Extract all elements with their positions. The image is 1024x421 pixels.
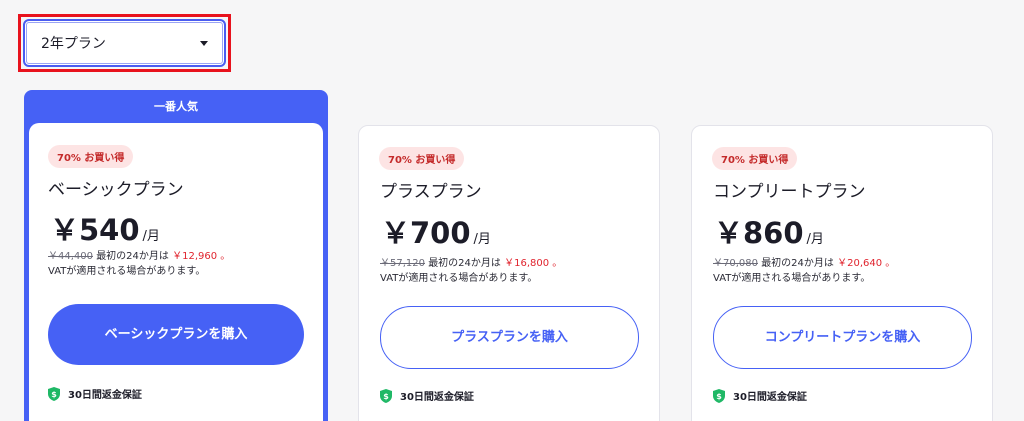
original-price: ￥44,400 — [48, 251, 93, 262]
price: ￥540 /月 — [50, 207, 160, 249]
svg-text:$: $ — [383, 392, 389, 401]
price-note: ￥70,080 最初の24か月は ￥20,640 。 VATが適用される場合があ… — [713, 256, 895, 286]
sale-price: ￥20,640 。 — [837, 258, 896, 269]
first-term-text: 最初の24か月は — [428, 258, 501, 269]
original-price: ￥70,080 — [713, 258, 758, 269]
price: ￥860 /月 — [714, 210, 824, 252]
plan-card-complete: 70% お買い得 コンプリートプラン ￥860 /月 ￥70,080 最初の24… — [691, 125, 993, 421]
buy-basic-button[interactable]: ベーシックプランを購入 — [48, 304, 304, 365]
popular-label: 一番人気 — [154, 100, 198, 113]
discount-badge: 70% お買い得 — [379, 147, 465, 170]
guarantee: $ 30日間返金保証 — [48, 386, 142, 401]
vat-note: VATが適用される場合があります。 — [48, 266, 206, 277]
price-amount: ￥860 — [714, 216, 804, 250]
shield-icon: $ — [713, 388, 725, 403]
first-term-text: 最初の24か月は — [96, 251, 169, 262]
sale-price: ￥12,960 。 — [172, 251, 231, 262]
price-unit: /月 — [806, 232, 824, 247]
shield-icon: $ — [380, 388, 392, 403]
sale-price: ￥16,800 。 — [504, 258, 563, 269]
plan-name: ベーシックプラン — [48, 180, 184, 200]
price-amount: ￥540 — [50, 213, 140, 247]
price-unit: /月 — [473, 232, 491, 247]
price: ￥700 /月 — [381, 210, 491, 252]
caret-down-icon — [200, 40, 208, 46]
guarantee-text: 30日間返金保証 — [733, 392, 807, 403]
svg-text:$: $ — [716, 392, 722, 401]
vat-note: VATが適用される場合があります。 — [380, 273, 538, 284]
price-unit: /月 — [142, 229, 160, 244]
discount-badge: 70% お買い得 — [712, 147, 798, 170]
guarantee-text: 30日間返金保証 — [400, 392, 474, 403]
price-note: ￥57,120 最初の24か月は ￥16,800 。 VATが適用される場合があ… — [380, 256, 562, 286]
plan-name: プラスプラン — [380, 182, 482, 202]
shield-icon: $ — [48, 386, 60, 401]
price-note: ￥44,400 最初の24か月は ￥12,960 。 VATが適用される場合があ… — [48, 249, 230, 279]
buy-plus-button[interactable]: プラスプランを購入 — [380, 306, 639, 369]
guarantee: $ 30日間返金保証 — [713, 388, 807, 403]
plan-term-value: 2年プラン — [41, 36, 106, 52]
discount-badge: 70% お買い得 — [48, 145, 134, 168]
plan-name: コンプリートプラン — [713, 182, 866, 202]
guarantee-text: 30日間返金保証 — [68, 390, 142, 401]
svg-text:$: $ — [51, 390, 57, 399]
original-price: ￥57,120 — [380, 258, 425, 269]
vat-note: VATが適用される場合があります。 — [713, 273, 871, 284]
plan-card-basic: 70% お買い得 ベーシックプラン ￥540 /月 ￥44,400 最初の24か… — [29, 123, 323, 421]
guarantee: $ 30日間返金保証 — [380, 388, 474, 403]
price-amount: ￥700 — [381, 216, 471, 250]
first-term-text: 最初の24か月は — [761, 258, 834, 269]
buy-complete-button[interactable]: コンプリートプランを購入 — [713, 306, 972, 369]
plan-term-select[interactable]: 2年プラン — [23, 19, 226, 67]
plan-card-plus: 70% お買い得 プラスプラン ￥700 /月 ￥57,120 最初の24か月は… — [358, 125, 660, 421]
